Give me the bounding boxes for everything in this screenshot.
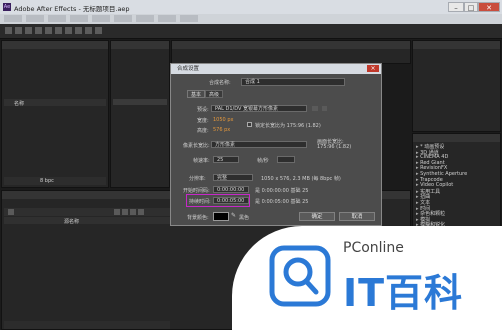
duration-input[interactable]: 0:00:05:00 <box>213 197 249 204</box>
effects-presets-header <box>413 134 500 142</box>
height-label: 高度: <box>197 128 209 134</box>
composition-viewer-header <box>172 41 410 49</box>
bpc-indicator[interactable]: 8 bpc <box>40 178 54 184</box>
menu-item-file[interactable] <box>4 15 22 22</box>
preset-label: 预设: <box>197 107 209 113</box>
bg-color-label: 背景颜色: <box>187 215 209 221</box>
shy-switch-icon[interactable] <box>122 209 128 215</box>
draft3d-switch-icon[interactable] <box>114 209 120 215</box>
tab-advanced[interactable]: 高级 <box>205 90 223 98</box>
project-col-name: 名称 <box>14 101 25 107</box>
start-timecode-input[interactable]: 0:00:00:00 <box>213 186 249 193</box>
project-column-header: 名称 <box>4 99 106 107</box>
dialog-close-button[interactable]: × <box>367 65 379 72</box>
menu-item-view[interactable] <box>136 15 154 22</box>
lock-aspect-label: 锁定长宽比为 175:96 (1.82) <box>255 123 321 129</box>
resolution-info: 1050 x 576, 2.3 MB (每 8bpc 帧) <box>261 176 341 182</box>
maximize-button[interactable]: □ <box>464 2 478 12</box>
zoom-tool-icon[interactable] <box>25 27 32 34</box>
frame-aspect-value: 175:96 (1.82) <box>317 144 352 150</box>
ok-button[interactable]: 确定 <box>299 212 335 221</box>
bg-color-name: 黑色 <box>239 215 250 221</box>
project-panel: 名称 8 bpc <box>1 40 109 188</box>
start-timecode-label: 开始时间码: <box>183 188 210 194</box>
camera-tool-icon[interactable] <box>45 27 52 34</box>
frame-rate-unit: 帧/秒 <box>257 158 269 164</box>
after-effects-app-icon: Ae <box>3 3 11 11</box>
panel-middle-strip <box>110 40 170 188</box>
hand-tool-icon[interactable] <box>15 27 22 34</box>
duration-note: 是 0:00:05:00 基础 25 <box>255 199 309 205</box>
menu-item-help[interactable] <box>180 15 198 22</box>
minimize-button[interactable]: – <box>448 2 464 12</box>
menu-item-window[interactable] <box>158 15 176 22</box>
brush-tool-icon[interactable] <box>95 27 102 34</box>
bg-color-swatch[interactable] <box>213 212 229 221</box>
timeline-controls-row <box>4 208 170 216</box>
frame-rate-label: 帧速率: <box>193 158 210 164</box>
window-title: Adobe After Effects - 无标题项目.aep <box>14 5 130 13</box>
info-panel <box>412 40 501 132</box>
pixel-aspect-label: 像素长宽比: <box>183 143 210 149</box>
frame-rate-dropdown[interactable]: 25 <box>213 156 239 163</box>
cancel-button[interactable]: 取消 <box>339 212 375 221</box>
timeline-search-icon[interactable] <box>8 209 14 215</box>
project-footer: 8 bpc <box>4 177 106 185</box>
shape-tool-icon[interactable] <box>65 27 72 34</box>
lock-aspect-checkbox[interactable] <box>247 122 252 127</box>
close-window-button[interactable]: ✕ <box>478 2 500 12</box>
dialog-title: 合成设置 <box>171 64 381 74</box>
rotate-tool-icon[interactable] <box>35 27 42 34</box>
tab-basic[interactable]: 基本 <box>187 90 205 98</box>
panel-middle-row <box>113 99 167 105</box>
info-panel-header <box>413 41 500 49</box>
comp-name-input[interactable]: 合成 1 <box>241 78 345 86</box>
delete-preset-icon[interactable] <box>322 106 327 111</box>
pan-behind-tool-icon[interactable] <box>55 27 62 34</box>
window-title-bar: Ae Adobe After Effects - 无标题项目.aep – □ ✕ <box>0 0 502 14</box>
save-preset-icon[interactable] <box>312 106 318 111</box>
text-tool-icon[interactable] <box>85 27 92 34</box>
start-timecode-note: 是 0:00:00:00 基础 25 <box>255 188 309 194</box>
width-label: 宽度: <box>197 118 209 124</box>
eyedropper-icon[interactable]: ✎ <box>231 212 236 219</box>
pixel-aspect-dropdown[interactable]: 方形像素 <box>211 141 307 148</box>
comp-name-label: 合成名称: <box>209 80 231 86</box>
menu-item-composition[interactable] <box>48 15 66 22</box>
menu-item-effect[interactable] <box>92 15 110 22</box>
resolution-label: 分辨率: <box>189 176 206 182</box>
width-value[interactable]: 1050 px <box>213 117 233 123</box>
timeline-column-header: 源名称 <box>4 217 170 225</box>
menu-item-animation[interactable] <box>114 15 132 22</box>
frame-rate-drop-frame-dropdown[interactable] <box>277 156 295 163</box>
menu-item-edit[interactable] <box>26 15 44 22</box>
menu-bar <box>0 14 502 24</box>
timeline-col-source-name: 源名称 <box>64 219 80 225</box>
panel-middle-header <box>111 41 169 49</box>
menu-item-layer[interactable] <box>70 15 88 22</box>
pen-tool-icon[interactable] <box>75 27 82 34</box>
project-panel-header <box>2 41 108 49</box>
resolution-dropdown[interactable]: 完整 <box>213 174 253 181</box>
tools-toolbar <box>0 24 502 39</box>
watermark-brand-large: IT百科 <box>343 271 464 315</box>
selection-tool-icon[interactable] <box>5 27 12 34</box>
duration-label: 持续时间: <box>189 199 211 205</box>
composition-settings-dialog: 合成设置 × 合成名称: 合成 1 基本 高级 预设: PAL D1/DV 宽银… <box>170 63 382 226</box>
watermark-brand-small: PConline <box>343 240 404 256</box>
composition-viewer-panel <box>171 40 411 64</box>
preset-dropdown[interactable]: PAL D1/DV 宽银幕方形像素 <box>211 105 307 112</box>
motion-blur-switch-icon[interactable] <box>138 209 144 215</box>
frame-blend-switch-icon[interactable] <box>130 209 136 215</box>
height-value[interactable]: 576 px <box>213 127 230 133</box>
timeline-footer <box>4 321 170 329</box>
magnifier-logo-icon <box>269 245 331 307</box>
